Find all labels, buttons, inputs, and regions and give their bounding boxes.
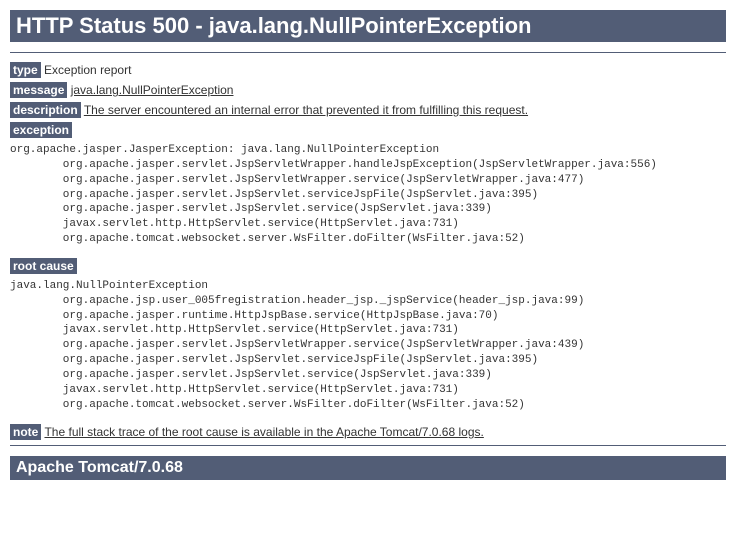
- description-label: description: [10, 102, 81, 118]
- root-cause-heading-row: root cause: [10, 259, 726, 273]
- divider: [10, 445, 726, 446]
- message-label: message: [10, 82, 67, 98]
- divider: [10, 52, 726, 53]
- root-cause-trace: java.lang.NullPointerException org.apach…: [10, 279, 726, 413]
- type-value: Exception report: [44, 63, 131, 77]
- message-row: message java.lang.NullPointerException: [10, 83, 726, 97]
- note-label: note: [10, 424, 41, 440]
- exception-trace: org.apache.jasper.JasperException: java.…: [10, 143, 726, 247]
- exception-label: exception: [10, 122, 72, 138]
- note-row: note The full stack trace of the root ca…: [10, 425, 726, 439]
- note-value: The full stack trace of the root cause i…: [44, 425, 483, 439]
- type-row: type Exception report: [10, 63, 726, 77]
- page-title: HTTP Status 500 - java.lang.NullPointerE…: [10, 10, 726, 42]
- description-value: The server encountered an internal error…: [84, 103, 528, 117]
- server-footer: Apache Tomcat/7.0.68: [10, 456, 726, 480]
- root-cause-label: root cause: [10, 258, 77, 274]
- exception-heading-row: exception: [10, 123, 726, 137]
- type-label: type: [10, 62, 41, 78]
- message-value: java.lang.NullPointerException: [71, 83, 234, 97]
- description-row: description The server encountered an in…: [10, 103, 726, 117]
